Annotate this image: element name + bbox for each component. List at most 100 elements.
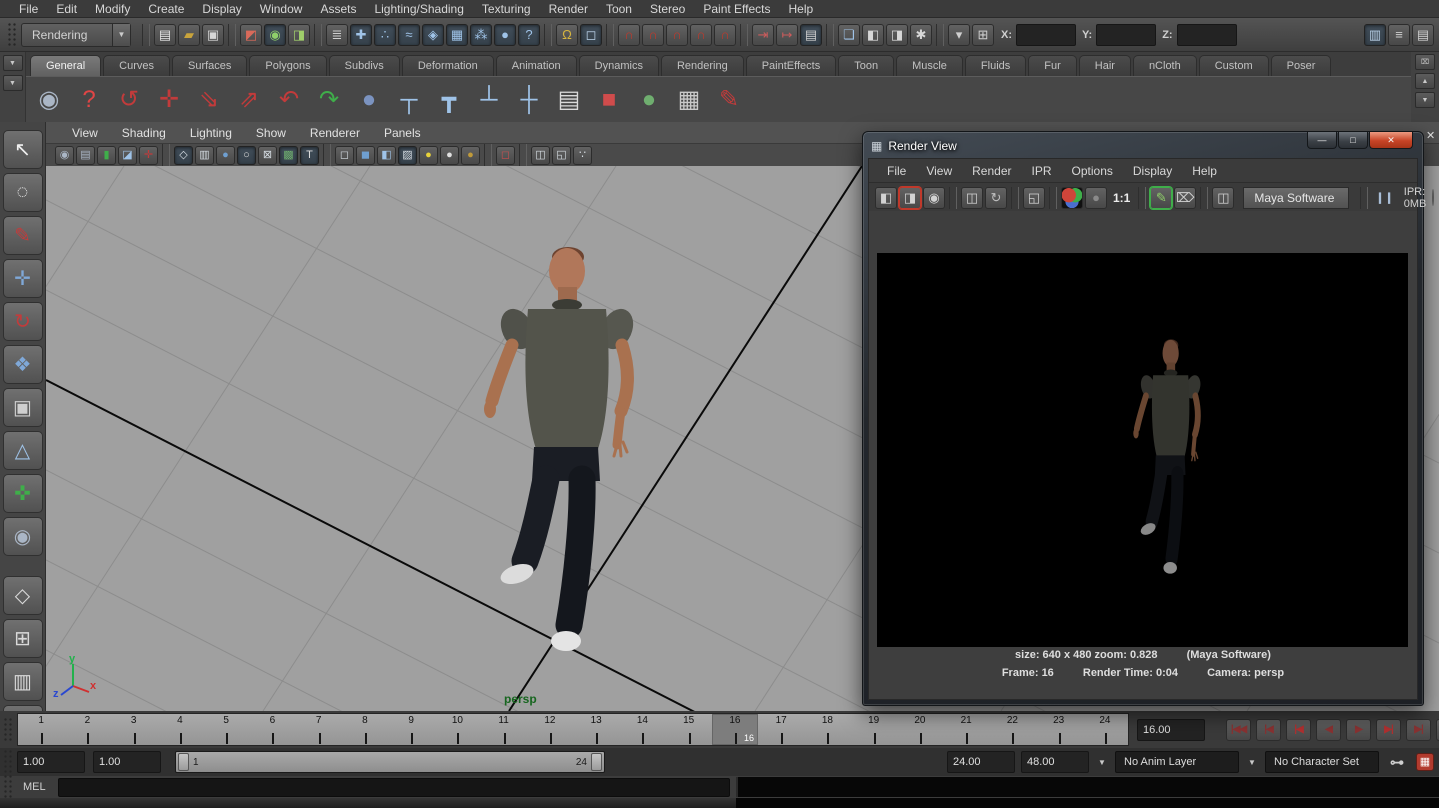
current-time-field[interactable]	[1137, 719, 1205, 741]
tumble-camera-icon[interactable]: ↺	[111, 82, 147, 118]
attribute-editor-icon[interactable]: ▤	[1412, 24, 1434, 46]
bounding-box-icon[interactable]: ⊠	[258, 146, 277, 165]
select-tool-icon[interactable]: ↖	[3, 130, 43, 169]
timeline-grip[interactable]	[3, 717, 14, 743]
last-tool-camera-icon[interactable]: ◉	[3, 517, 43, 556]
zoom-one-to-one-icon[interactable]: 1:1	[1109, 187, 1134, 209]
menu-item-lighting-shading[interactable]: Lighting/Shading	[365, 0, 472, 18]
snap-to-curves-icon[interactable]: ∩	[642, 24, 664, 46]
isolate-select-icon[interactable]: ◻	[496, 146, 515, 165]
anim-layer-menu-icon[interactable]: ▼	[1095, 758, 1109, 767]
command-result-field[interactable]	[736, 777, 1439, 797]
timeline-frame-24[interactable]: 24	[1082, 714, 1128, 745]
toolbar-grip[interactable]	[7, 22, 18, 48]
menu-item-display[interactable]: Display	[193, 0, 250, 18]
panel-menu-lighting[interactable]: Lighting	[178, 126, 244, 140]
range-grip[interactable]	[3, 749, 14, 775]
panel-menu-shading[interactable]: Shading	[110, 126, 178, 140]
all-lights-icon[interactable]: ◼	[356, 146, 375, 165]
make-live-icon[interactable]: ∩	[714, 24, 736, 46]
timeline-frame-11[interactable]: 11	[481, 714, 527, 745]
timeline-frame-16[interactable]: 1616	[712, 714, 758, 745]
menu-item-help[interactable]: Help	[780, 0, 823, 18]
lasso-tool-icon[interactable]: ◌	[3, 173, 43, 212]
render-view-menu-display[interactable]: Display	[1123, 164, 1182, 178]
menu-item-render[interactable]: Render	[540, 0, 597, 18]
select-geometry-icon[interactable]: ●	[631, 82, 667, 118]
alpha-channel-icon[interactable]: ●	[1085, 187, 1107, 209]
mask-points-icon[interactable]: ∴	[374, 24, 396, 46]
x-coordinate-input[interactable]	[1016, 24, 1076, 46]
character-set-menu-icon[interactable]: ▼	[1245, 758, 1259, 767]
panel-menu-show[interactable]: Show	[244, 126, 298, 140]
timeline-frame-15[interactable]: 15	[666, 714, 712, 745]
ungroup-icon[interactable]: ┴	[471, 82, 507, 118]
timeline-frame-14[interactable]: 14	[619, 714, 665, 745]
timeline-frame-17[interactable]: 17	[758, 714, 804, 745]
snapshot-icon[interactable]: ◉	[923, 187, 945, 209]
pane-close-icon[interactable]: ✕	[1426, 129, 1435, 142]
animation-end-field[interactable]	[1021, 751, 1089, 773]
panel-menu-view[interactable]: View	[60, 126, 110, 140]
flat-lighting-icon[interactable]: ◧	[377, 146, 396, 165]
smooth-shade-all-icon[interactable]: ▥	[195, 146, 214, 165]
construction-history-icon[interactable]: ▤	[800, 24, 822, 46]
region-select-icon[interactable]: ◻	[580, 24, 602, 46]
timeline-frame-21[interactable]: 21	[943, 714, 989, 745]
menu-item-texturing[interactable]: Texturing	[473, 0, 540, 18]
shelf-tab-fur[interactable]: Fur	[1028, 55, 1077, 76]
group-icon[interactable]: ┳	[431, 82, 467, 118]
minimize-button[interactable]: —	[1307, 132, 1337, 149]
scale-tool-icon[interactable]: ❖	[3, 345, 43, 384]
timeline-frame-1[interactable]: 1	[18, 714, 64, 745]
step-forward-frame-button[interactable]: ▶|	[1376, 719, 1401, 741]
share-view-icon[interactable]: ∵	[573, 146, 592, 165]
shelf-tab-custom[interactable]: Custom	[1199, 55, 1269, 76]
textured-icon[interactable]: T	[300, 146, 319, 165]
shelf-trash-icon[interactable]: ⌧	[1415, 54, 1435, 70]
shelf-tab-surfaces[interactable]: Surfaces	[172, 55, 247, 76]
command-grip[interactable]	[3, 774, 14, 800]
menu-item-assets[interactable]: Assets	[311, 0, 365, 18]
timeline-frame-2[interactable]: 2	[64, 714, 110, 745]
timeline-frame-13[interactable]: 13	[573, 714, 619, 745]
menu-item-toon[interactable]: Toon	[597, 0, 641, 18]
xray-icon[interactable]: ◫	[531, 146, 550, 165]
timeline-frame-4[interactable]: 4	[157, 714, 203, 745]
ipr-render-icon[interactable]: ◫	[961, 187, 983, 209]
shelf-tab-fluids[interactable]: Fluids	[965, 55, 1026, 76]
shelf-tab-general[interactable]: General	[30, 55, 101, 76]
play-backwards-button[interactable]: ◀	[1316, 719, 1341, 741]
channel-box-icon[interactable]: ▥	[1364, 24, 1386, 46]
use-default-material-icon[interactable]: ▩	[279, 146, 298, 165]
shelf-tab-polygons[interactable]: Polygons	[249, 55, 326, 76]
mask-handles-icon[interactable]: ✚	[350, 24, 372, 46]
auto-keyframe-icon[interactable]: ▦	[1416, 753, 1434, 771]
maximize-button[interactable]: □	[1338, 132, 1368, 149]
command-language-label[interactable]: MEL	[23, 781, 46, 793]
mel-command-input[interactable]	[58, 778, 730, 797]
range-end-handle[interactable]	[591, 753, 602, 771]
menu-item-modify[interactable]: Modify	[86, 0, 139, 18]
select-camera-icon[interactable]: ◉	[55, 146, 74, 165]
shelf-tab-menu-icon[interactable]: ▼	[3, 55, 23, 71]
dolly-camera-icon[interactable]: ⇘	[191, 82, 227, 118]
region-render-icon[interactable]: ◱	[1023, 187, 1045, 209]
render-settings-icon[interactable]: ✱	[910, 24, 932, 46]
3d-paint-icon[interactable]: ✎	[711, 82, 747, 118]
undo-icon[interactable]: ↶	[271, 82, 307, 118]
timeline-frame-9[interactable]: 9	[388, 714, 434, 745]
shelf-tab-hair[interactable]: Hair	[1079, 55, 1131, 76]
menu-item-file[interactable]: File	[10, 0, 47, 18]
range-slider-bar[interactable]: 1 24	[175, 751, 605, 773]
menu-set-selector[interactable]: Rendering ▼	[21, 23, 131, 47]
dropdown-arrow-icon[interactable]: ▾	[948, 24, 970, 46]
refresh-ipr-icon[interactable]: ↻	[985, 187, 1007, 209]
selection-mask-menu-icon[interactable]: ≣	[326, 24, 348, 46]
universal-manipulator-icon[interactable]: ▣	[3, 388, 43, 427]
open-render-settings-icon[interactable]: ✎	[1150, 187, 1172, 209]
layout-outliner-pane-icon[interactable]: ▥	[3, 662, 43, 701]
move-tool-icon[interactable]: ✛	[3, 259, 43, 298]
open-scene-icon[interactable]: ▰	[178, 24, 200, 46]
select-hierarchy-icon[interactable]: ◩	[240, 24, 262, 46]
